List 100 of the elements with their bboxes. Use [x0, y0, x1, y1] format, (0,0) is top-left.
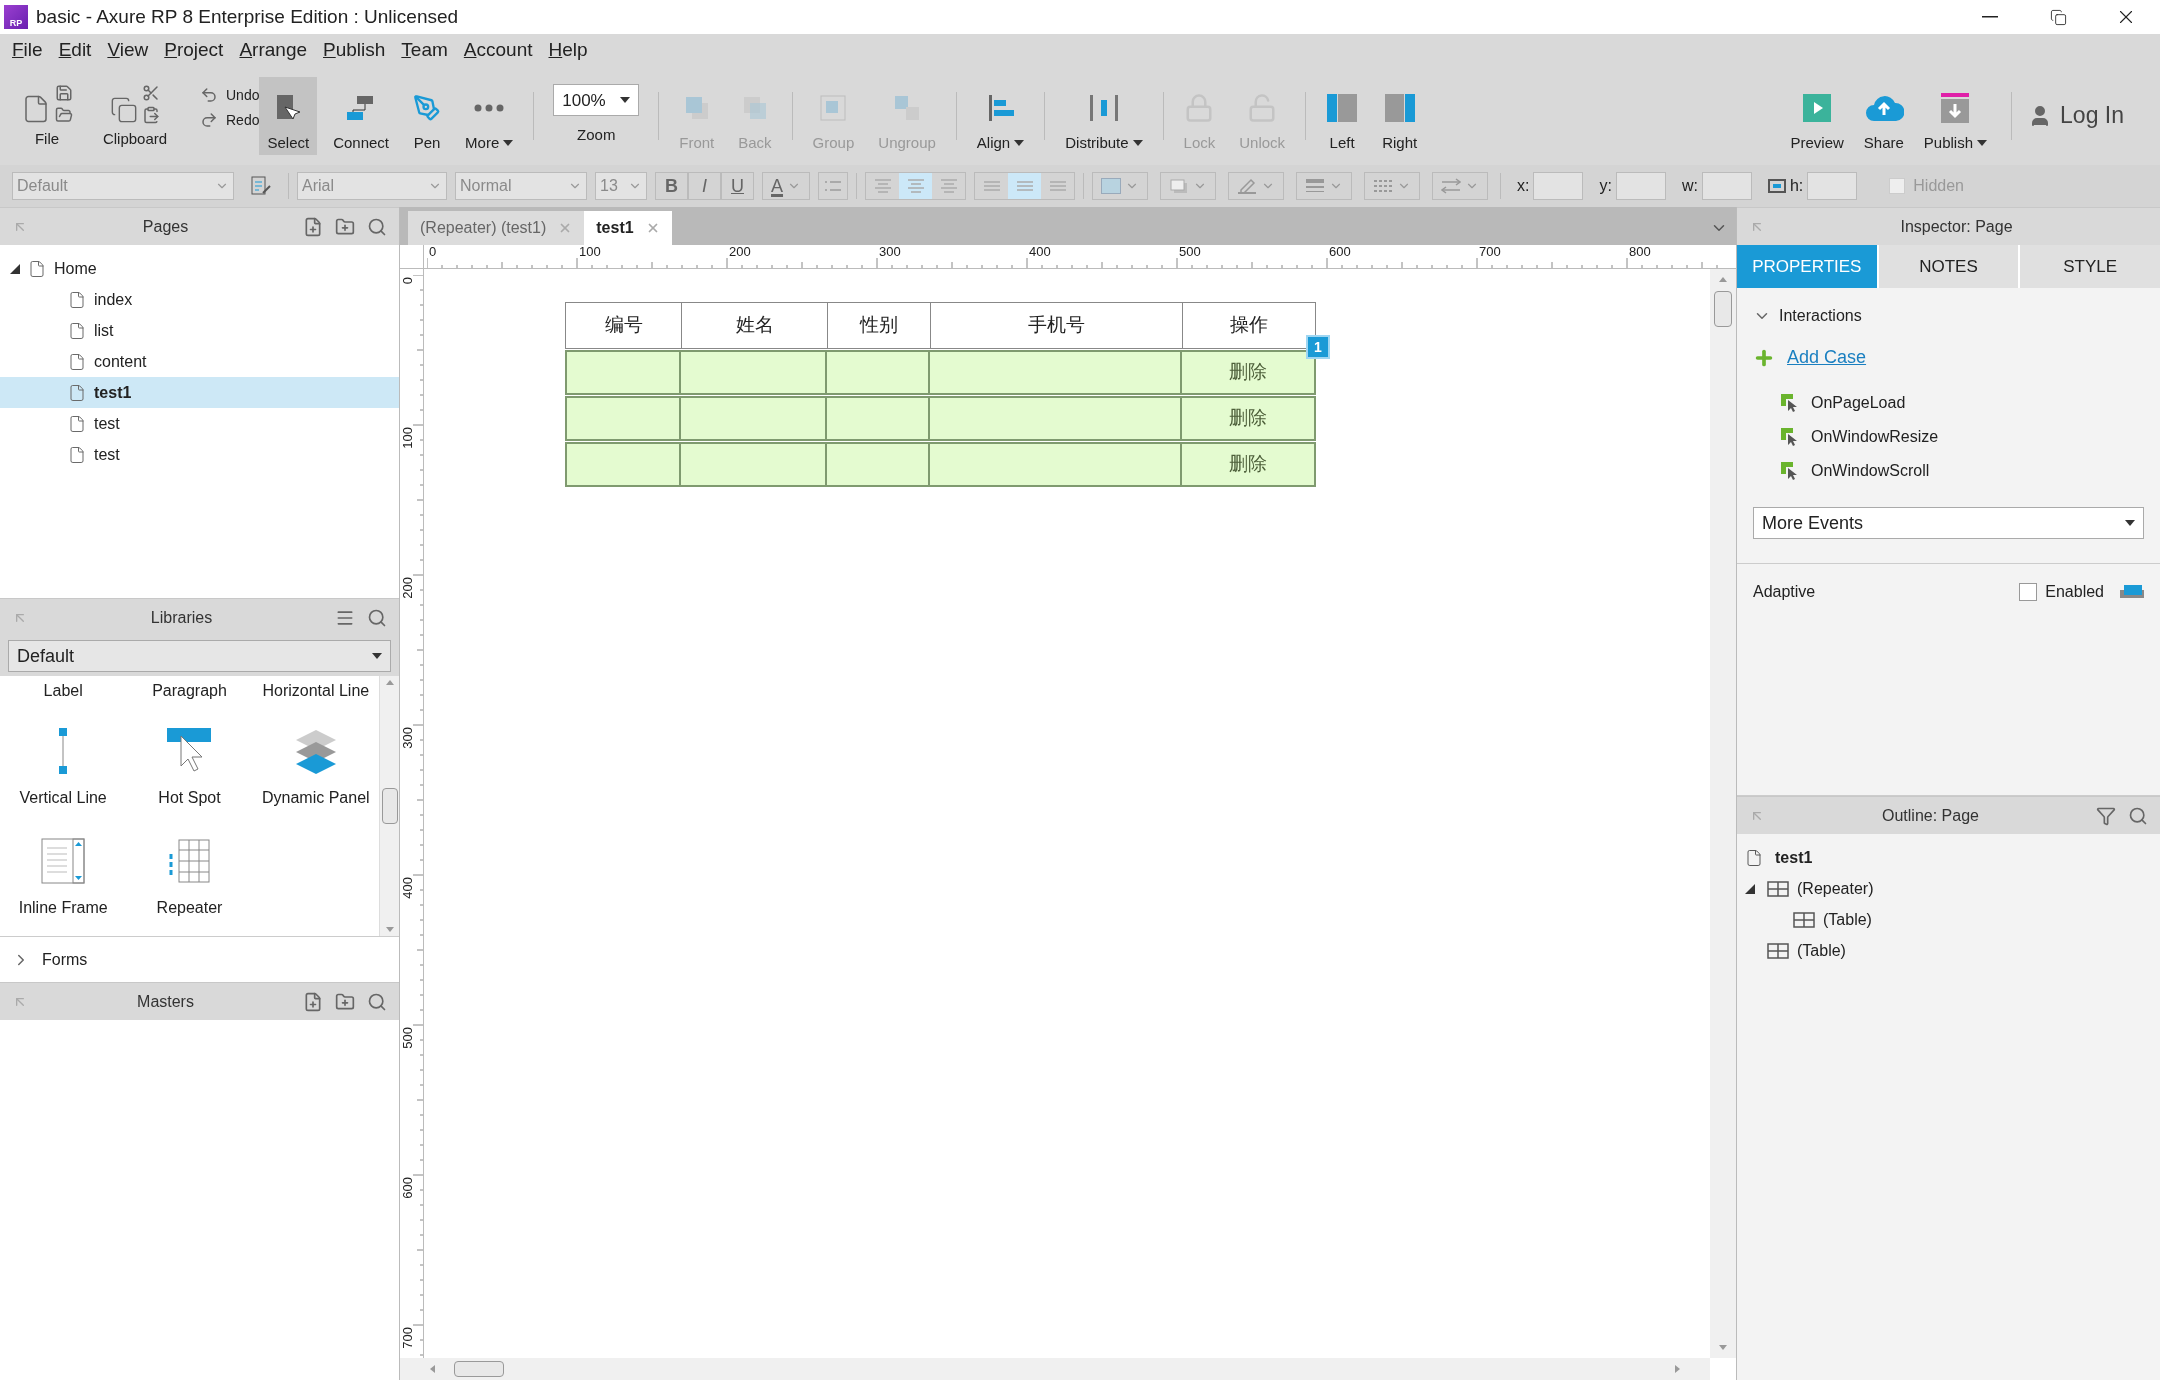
enabled-checkbox[interactable]: Enabled: [2019, 580, 2104, 604]
scrollbar-thumb[interactable]: [1714, 291, 1732, 327]
add-folder-icon[interactable]: [335, 991, 355, 1012]
menu-item[interactable]: Edit: [50, 35, 100, 65]
inspector-tab[interactable]: NOTES: [1878, 245, 2019, 288]
page-tree-item[interactable]: test: [0, 439, 399, 470]
scroll-up-icon[interactable]: [385, 680, 394, 685]
scroll-down-icon[interactable]: [385, 927, 394, 932]
page-tree-item[interactable]: Home: [0, 253, 399, 284]
vertical-scrollbar[interactable]: [1710, 269, 1736, 1358]
coordinate-field[interactable]: [1701, 172, 1752, 200]
cut-icon[interactable]: [142, 84, 160, 103]
library-widget[interactable]: Horizontal Line: [252, 676, 379, 700]
select-tool-button[interactable]: Select: [259, 76, 318, 155]
connect-tool-button[interactable]: Connect: [325, 76, 398, 155]
library-widget[interactable]: Paragraph: [126, 676, 253, 700]
more-tool-button[interactable]: More: [457, 76, 522, 155]
library-widget[interactable]: Inline Frame: [0, 810, 127, 920]
library-dropdown[interactable]: Default: [8, 640, 391, 672]
outline-item[interactable]: (Table): [1745, 904, 2160, 935]
paste-icon[interactable]: [142, 106, 160, 125]
coordinate-field[interactable]: [1807, 172, 1858, 200]
left-tool-button[interactable]: Left: [1318, 76, 1367, 155]
outline-item[interactable]: test1: [1745, 842, 2160, 873]
search-icon[interactable]: [367, 991, 387, 1012]
share-tool-button[interactable]: Share: [1855, 76, 1912, 155]
undo-button[interactable]: Undo: [200, 84, 260, 106]
adaptive-views-icon[interactable]: [2120, 584, 2144, 600]
bullet-list-icon[interactable]: [818, 172, 848, 200]
login-button[interactable]: Log In: [2028, 98, 2124, 133]
add-master-icon[interactable]: [303, 991, 323, 1012]
pen-tool-button[interactable]: Pen: [405, 76, 450, 155]
search-icon[interactable]: [367, 216, 387, 237]
coordinate-field[interactable]: [1533, 172, 1584, 200]
align-tool-button[interactable]: Align: [968, 76, 1033, 155]
filter-icon[interactable]: [2096, 805, 2116, 826]
menu-item[interactable]: Arrange: [231, 35, 315, 65]
scrollbar[interactable]: [379, 676, 399, 936]
text-align-button[interactable]: [899, 173, 932, 199]
menu-item[interactable]: View: [99, 35, 157, 65]
page-tree-item[interactable]: test1: [0, 377, 399, 408]
add-folder-icon[interactable]: [335, 216, 355, 237]
more-events-dropdown[interactable]: More Events: [1753, 507, 2144, 539]
menu-item[interactable]: Publish: [315, 35, 394, 65]
vertical-align-button[interactable]: [1008, 173, 1041, 199]
publish-tool-button[interactable]: Publish: [1915, 76, 1996, 155]
library-widget[interactable]: Dynamic Panel: [252, 700, 379, 810]
line-width-button[interactable]: [1296, 172, 1352, 200]
add-case-link[interactable]: Add Case: [1787, 344, 1867, 371]
expand-triangle-icon[interactable]: [10, 263, 20, 274]
copy-icon[interactable]: [110, 96, 138, 125]
arrow-style-button[interactable]: [1432, 172, 1488, 200]
event-item[interactable]: OnWindowResize: [1811, 425, 1939, 449]
scroll-up-icon[interactable]: [1719, 277, 1727, 282]
inspector-tab[interactable]: STYLE: [2020, 245, 2160, 288]
scrollbar-thumb[interactable]: [381, 788, 398, 824]
scroll-right-icon[interactable]: [1675, 1365, 1680, 1373]
outline-item[interactable]: (Repeater): [1745, 873, 2160, 904]
editor-tab[interactable]: (Repeater) (test1): [408, 211, 585, 245]
event-item[interactable]: OnWindowScroll: [1811, 459, 1930, 483]
coordinate-field[interactable]: [1615, 172, 1666, 200]
font-color-button[interactable]: A: [762, 172, 810, 200]
menu-item[interactable]: Project: [156, 35, 232, 65]
outline-item[interactable]: (Table): [1745, 935, 2160, 966]
lock-ratio-icon[interactable]: [1767, 179, 1786, 193]
menu-item[interactable]: File: [4, 35, 51, 65]
event-item[interactable]: OnPageLoad: [1811, 391, 1906, 415]
scroll-down-icon[interactable]: [1719, 1345, 1727, 1350]
page-tree-item[interactable]: test: [0, 408, 399, 439]
menu-item[interactable]: Team: [393, 35, 456, 65]
save-icon[interactable]: [55, 84, 73, 103]
style-edit-icon[interactable]: [250, 175, 272, 197]
search-icon[interactable]: [2128, 805, 2148, 826]
distribute-tool-button[interactable]: Distribute: [1057, 76, 1151, 155]
italic-button[interactable]: I: [688, 172, 721, 200]
library-widget[interactable]: Vertical Line: [0, 700, 127, 810]
search-icon[interactable]: [367, 607, 387, 628]
library-widget[interactable]: Hot Spot: [126, 700, 253, 810]
fill-color-button[interactable]: [1092, 172, 1148, 200]
shadow-button[interactable]: [1160, 172, 1216, 200]
right-tool-button[interactable]: Right: [1374, 76, 1426, 155]
library-widget[interactable]: Label: [0, 676, 127, 700]
expand-triangle-icon[interactable]: [1745, 883, 1755, 894]
scroll-left-icon[interactable]: [430, 1365, 435, 1373]
add-page-icon[interactable]: [303, 216, 323, 237]
menu-item[interactable]: Account: [455, 35, 541, 65]
line-style-button[interactable]: [1364, 172, 1420, 200]
line-color-button[interactable]: [1228, 172, 1284, 200]
underline-button[interactable]: U: [721, 172, 754, 200]
page-tree-item[interactable]: content: [0, 346, 399, 377]
horizontal-scrollbar[interactable]: [400, 1358, 1710, 1380]
library-widget[interactable]: Repeater: [126, 810, 253, 920]
zoom-dropdown[interactable]: 100%: [553, 84, 640, 117]
open-folder-icon[interactable]: [55, 106, 73, 125]
page-tree-item[interactable]: list: [0, 315, 399, 346]
scrollbar-thumb[interactable]: [454, 1361, 504, 1377]
preview-tool-button[interactable]: Preview: [1782, 76, 1852, 155]
page-tree-item[interactable]: index: [0, 284, 399, 315]
redo-button[interactable]: Redo: [200, 109, 260, 131]
bold-button[interactable]: B: [655, 172, 688, 200]
